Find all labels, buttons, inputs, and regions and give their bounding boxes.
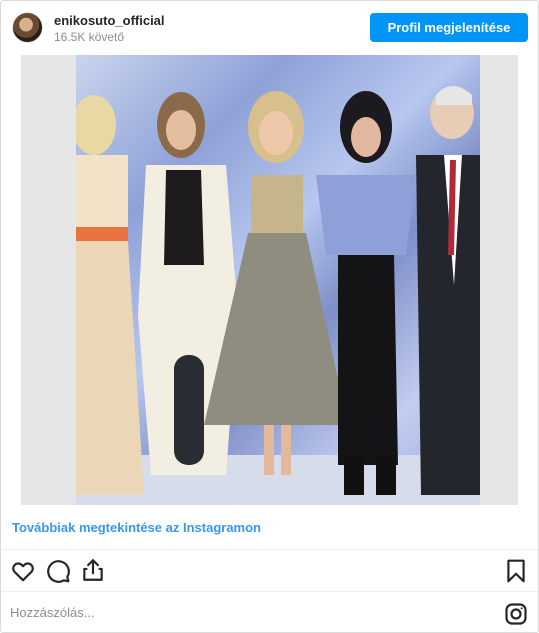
instagram-embed: enikosuto_official 16.5K követő Profil m… xyxy=(0,0,539,633)
media-container[interactable] xyxy=(21,55,518,505)
share-icon[interactable] xyxy=(80,557,106,583)
view-more-on-instagram-link[interactable]: Továbbiak megtekintése az Instagramon xyxy=(12,520,261,535)
divider xyxy=(1,591,538,592)
post-photo[interactable] xyxy=(76,55,480,505)
instagram-icon[interactable] xyxy=(504,602,528,626)
photo-illustration xyxy=(76,86,480,505)
heart-icon[interactable] xyxy=(10,558,36,584)
follower-count: 16.5K követő xyxy=(54,30,125,44)
bookmark-icon[interactable] xyxy=(503,558,529,584)
view-profile-button[interactable]: Profil megjelenítése xyxy=(370,13,528,42)
post-header: enikosuto_official 16.5K követő Profil m… xyxy=(1,1,538,55)
username[interactable]: enikosuto_official xyxy=(54,13,165,28)
divider xyxy=(1,549,538,550)
comment-icon[interactable] xyxy=(45,558,71,584)
avatar[interactable] xyxy=(12,12,43,43)
comment-input[interactable]: Hozzászólás... xyxy=(10,605,95,620)
